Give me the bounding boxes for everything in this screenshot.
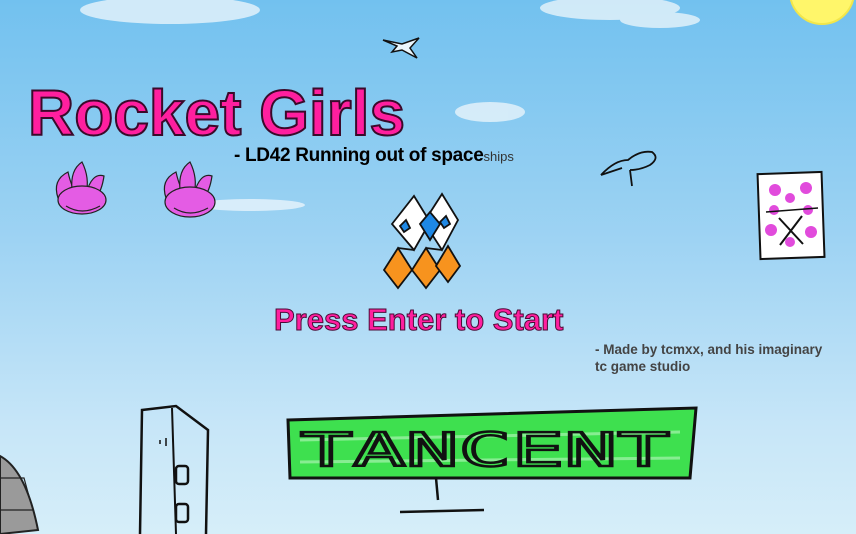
sign-lettering: TANCENT	[299, 422, 672, 479]
sign-text: TANCENT	[300, 423, 670, 477]
